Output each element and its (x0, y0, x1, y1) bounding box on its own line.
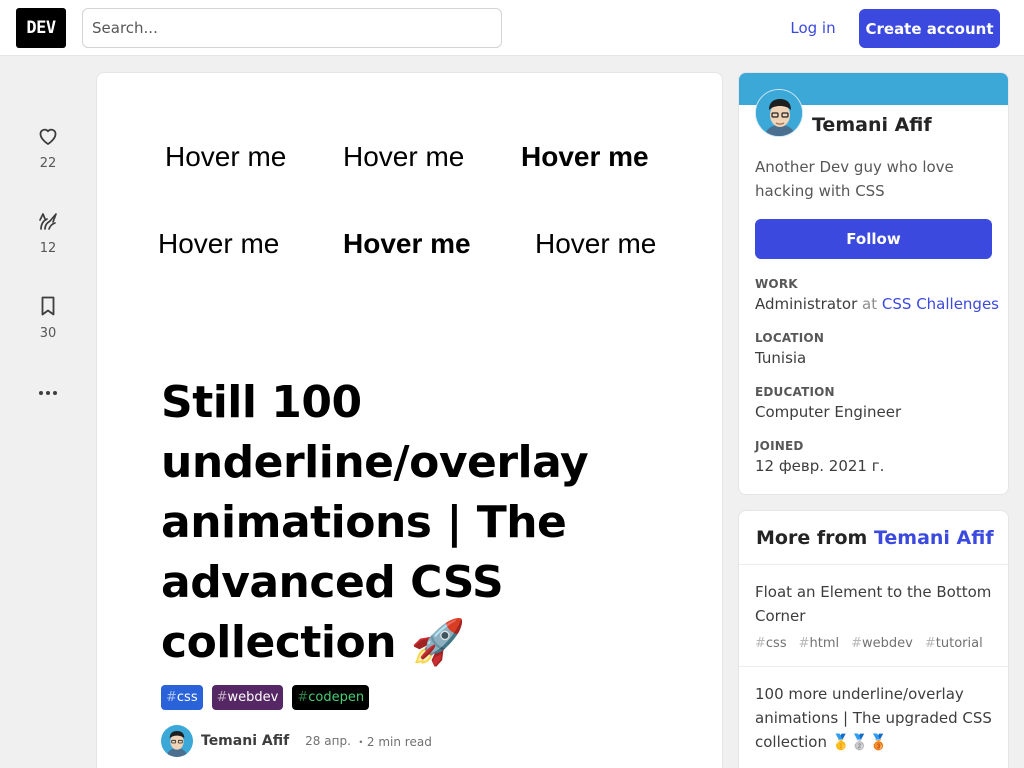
joined-label: JOINED (755, 439, 804, 453)
tag-html[interactable]: #html (799, 636, 840, 651)
work-role: Administrator (755, 295, 858, 313)
tag-tutorial[interactable]: #tutorial (925, 636, 983, 651)
more-options-button[interactable] (24, 381, 72, 405)
more-from-author-link[interactable]: Temani Afif (874, 527, 994, 549)
work-at: at (862, 295, 878, 313)
work-org-link[interactable]: CSS Challenges (882, 295, 999, 313)
like-reaction[interactable]: 22 (24, 124, 72, 171)
more-from-prefix: More from (756, 527, 868, 549)
more-from-item-title: 100 more underline/overlay animations | … (755, 685, 992, 751)
article-tags: # css # webdev # codepen (161, 685, 370, 710)
bookmark-icon (41, 296, 55, 316)
article-card: Hover me Hover me Hover me Hover me Hove… (96, 72, 723, 768)
joined-value: 12 февр. 2021 г. (755, 457, 885, 475)
profile-bio: Another Dev guy who love hacking with CS… (755, 158, 954, 200)
tag-hash: # (216, 690, 228, 705)
hover-demo-2[interactable]: Hover me (343, 141, 464, 173)
tag-label: codepen (308, 690, 365, 705)
follow-button[interactable]: Follow (755, 219, 992, 259)
like-count: 22 (39, 156, 57, 171)
work-label: WORK (755, 277, 798, 291)
author-profile-card: Temani Afif Another Dev guy who love hac… (738, 72, 1009, 495)
profile-name[interactable]: Temani Afif (812, 114, 932, 136)
tag-label: webdev (227, 690, 279, 705)
unicorn-icon (39, 213, 57, 230)
hover-demo-3[interactable]: Hover me (521, 141, 649, 173)
tag-hash: # (166, 690, 177, 705)
publish-date: 28 апр. (305, 734, 351, 748)
work-value: Administrator at CSS Challenges (755, 295, 999, 313)
article-title: Still 100 underline/overlay animations |… (161, 377, 589, 668)
ellipsis-icon (39, 391, 57, 395)
more-from-item[interactable]: 100 more underline/overlay animations | … (739, 667, 1008, 768)
tag-webdev[interactable]: #webdev (851, 636, 913, 651)
hover-demo-1[interactable]: Hover me (165, 141, 286, 173)
tag-label: css (176, 690, 198, 705)
tag-css[interactable]: #css (755, 636, 787, 651)
bookmark-reaction[interactable]: 30 (24, 294, 72, 341)
read-time: ・2 min read (354, 734, 432, 749)
hover-demo-6[interactable]: Hover me (535, 228, 656, 260)
dev-logo[interactable]: DEV (16, 8, 66, 48)
profile-avatar[interactable] (755, 89, 803, 137)
search-input[interactable] (82, 8, 502, 48)
heart-icon (39, 128, 57, 145)
tag-css[interactable]: #css (161, 685, 203, 710)
bookmark-count: 30 (39, 326, 57, 341)
hover-demo-5[interactable]: Hover me (343, 228, 471, 260)
article-author-line: Temani Afif 28 апр. ・2 min read (161, 725, 432, 757)
more-from-item-title: Float an Element to the Bottom Corner (755, 583, 992, 625)
more-from-card: More from Temani Afif Float an Element t… (738, 510, 1009, 768)
login-button[interactable]: Log in (776, 9, 850, 47)
location-value: Tunisia (755, 349, 807, 367)
unicorn-count: 12 (39, 241, 57, 256)
tag-webdev[interactable]: #webdev (211, 685, 284, 710)
education-label: EDUCATION (755, 385, 835, 399)
education-value: Computer Engineer (755, 403, 902, 421)
create-account-button[interactable]: Create account (859, 9, 1000, 48)
unicorn-reaction[interactable]: 12 (24, 209, 72, 256)
author-name[interactable]: Temani Afif (201, 733, 289, 749)
tag-hash: # (297, 690, 309, 705)
location-label: LOCATION (755, 331, 825, 345)
tag-codepen[interactable]: # codepen (292, 685, 370, 710)
hover-demo-4[interactable]: Hover me (158, 228, 279, 260)
author-avatar[interactable] (161, 725, 193, 757)
more-from-item[interactable]: Float an Element to the Bottom Corner #c… (739, 565, 1008, 667)
more-from-heading: More from Temani Afif (739, 511, 1008, 565)
more-from-item-tags: #css #html #webdev #tutorial (755, 636, 992, 651)
top-header: DEV Log in Create account (0, 0, 1024, 56)
